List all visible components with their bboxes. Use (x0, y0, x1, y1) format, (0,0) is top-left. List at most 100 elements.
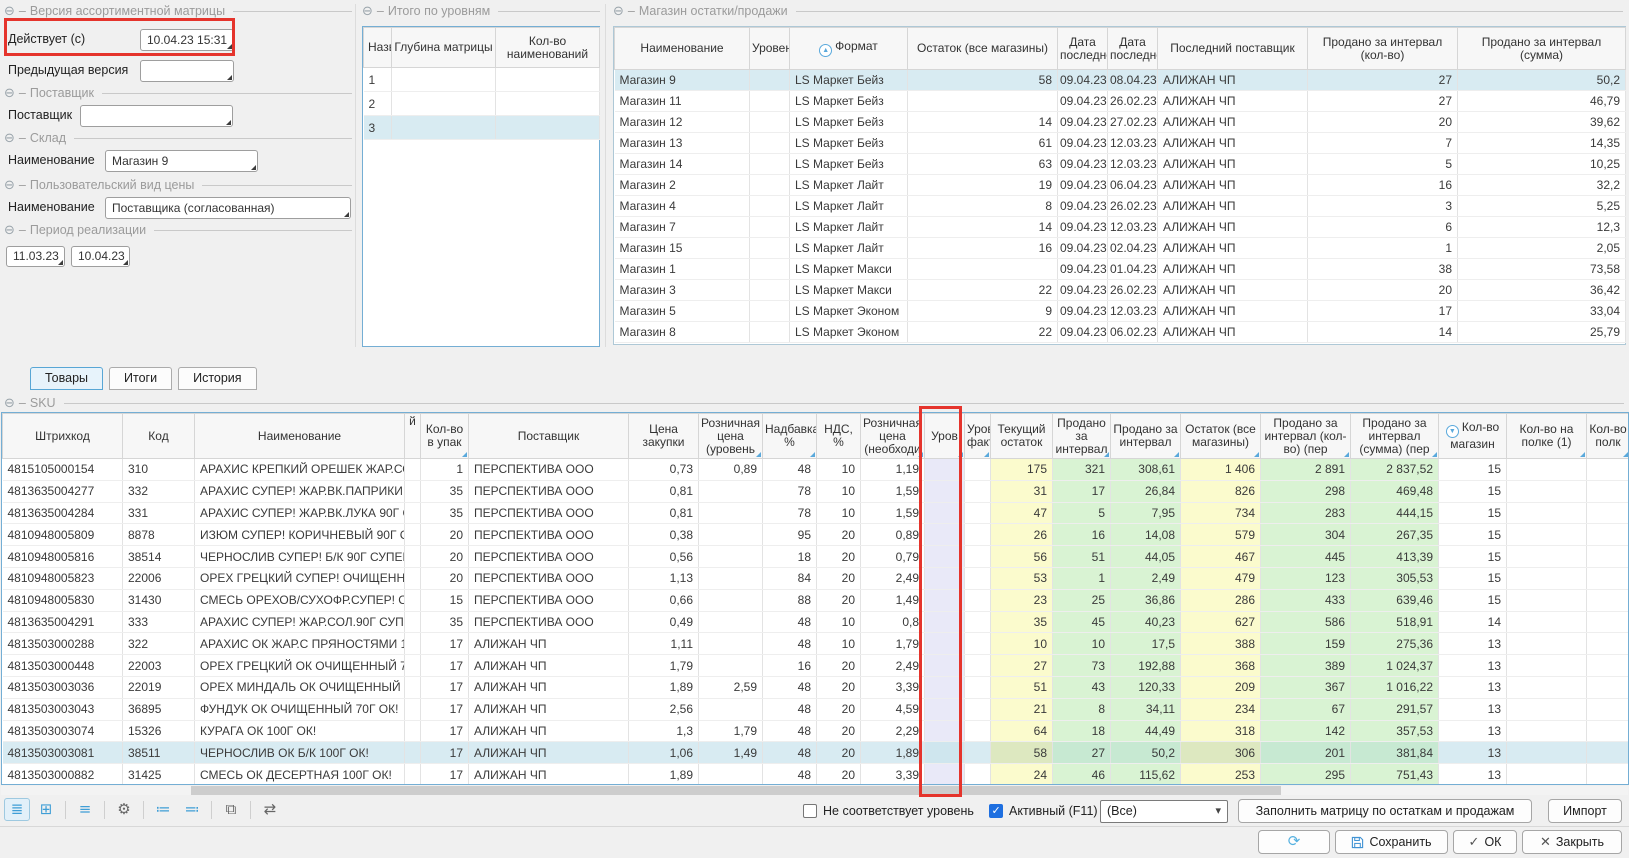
fill-matrix-button[interactable]: Заполнить матрицу по остаткам и продажам (1238, 799, 1532, 823)
export-icon[interactable]: ⧉ (218, 798, 244, 821)
store-row[interactable]: Магазин 2 LS Маркет Лайт 19 09.04.23 06.… (615, 175, 1626, 196)
sku-row[interactable]: 4813503000288 322 АРАХИС ОК ЖАР.С ПРЯНОС… (3, 633, 1629, 655)
sku-col-supplier[interactable]: Поставщик (469, 414, 629, 459)
store-row[interactable]: Магазин 12 LS Маркет Бейз 14 09.04.23 27… (615, 112, 1626, 133)
scrollbar-thumb[interactable] (191, 786, 1281, 795)
sku-row[interactable]: 4813635004291 333 АРАХИС СУПЕР! ЖАР.СОЛ.… (3, 611, 1629, 633)
collapse-icon[interactable]: ⊖ (613, 5, 624, 17)
collapse-icon[interactable]: ⊖ (4, 179, 15, 191)
numbered-list-icon[interactable]: ≔ (150, 798, 176, 821)
sku-row[interactable]: 4815105000154 310 АРАХИС КРЕПКИЙ ОРЕШЕК … (3, 459, 1629, 481)
sku-col-interval-sum[interactable]: Продано за интервал (сумма) (пер (1351, 414, 1439, 459)
store-row[interactable]: Магазин 5 LS Маркет Эконом 9 09.04.23 12… (615, 301, 1626, 322)
levels-col-name[interactable]: Назв (364, 28, 392, 68)
period-from-input[interactable]: 11.03.23 (6, 246, 65, 267)
sku-row[interactable]: 4813503003043 36895 ФУНДУК ОК ОЧИЩЕННЫЙ … (3, 698, 1629, 720)
stores-col-last-date-1[interactable]: Дата последне (1058, 28, 1108, 70)
sku-col-retail-price-needed[interactable]: Розничная цена (необходи (861, 414, 925, 459)
add-list-icon[interactable]: ≕ (179, 798, 205, 821)
levels-row[interactable]: 1 (364, 68, 600, 92)
sku-col-retail-price-level[interactable]: Розничная цена (уровень (699, 414, 763, 459)
sku-row[interactable]: 4813503003074 15326 КУРАГА ОК 100Г ОК! 1… (3, 720, 1629, 742)
levels-row[interactable]: 3 (364, 116, 600, 140)
list-view-icon[interactable]: ≣ (4, 798, 30, 821)
sku-row[interactable]: 4813503000882 31425 СМЕСЬ ОК ДЕСЕРТНАЯ 1… (3, 764, 1629, 785)
store-row[interactable]: Магазин 9 LS Маркет Бейз 58 09.04.23 08.… (615, 70, 1626, 91)
levels-col-depth[interactable]: Глубина матрицы (392, 28, 496, 68)
grid-view-icon[interactable]: ⊞ (33, 798, 59, 821)
sku-col-level-fact[interactable]: Уров факт (965, 414, 991, 459)
store-row[interactable]: Магазин 3 LS Маркет Макси 22 09.04.23 26… (615, 280, 1626, 301)
sku-col-interval-qty[interactable]: Продано за интервал (кол-во) (пер (1261, 414, 1351, 459)
sku-col-shelf-qty-2[interactable]: Кол-во полк (1587, 414, 1629, 459)
import-button[interactable]: Импорт (1548, 799, 1622, 823)
sku-row[interactable]: 4810948005816 38514 ЧЕРНОСЛИВ СУПЕР! Б/К… (3, 546, 1629, 568)
tab-totals[interactable]: Итоги (109, 367, 172, 390)
sku-col-purchase-price[interactable]: Цена закупки (629, 414, 699, 459)
store-row[interactable]: Магазин 11 LS Маркет Бейз 09.04.23 26.02… (615, 91, 1626, 112)
sku-row[interactable]: 4813635004277 332 АРАХИС СУПЕР! ЖАР.ВК.П… (3, 480, 1629, 502)
sync-icon[interactable]: ⇄ (257, 798, 283, 821)
save-button[interactable]: Сохранить (1335, 830, 1448, 854)
sku-col-level[interactable]: Уров (925, 414, 965, 459)
sku-col-markup[interactable]: Надбавка, % (763, 414, 817, 459)
sku-col-barcode[interactable]: Штрихкод (3, 414, 123, 459)
horizontal-scrollbar[interactable] (1, 786, 1628, 795)
stores-col-name[interactable]: Наименование (615, 28, 750, 70)
sku-col-pack-qty[interactable]: Кол-во в упак (421, 414, 469, 459)
collapse-icon[interactable]: ⊖ (362, 5, 373, 17)
settings-gear-icon[interactable]: ⚙ (111, 798, 137, 821)
store-row[interactable]: Магазин 4 LS Маркет Лайт 8 09.04.23 26.0… (615, 196, 1626, 217)
valid-from-input[interactable]: 10.04.23 15:31 (140, 29, 234, 51)
tab-history[interactable]: История (178, 367, 256, 390)
stores-col-stock-all[interactable]: Остаток (все магазины) (908, 28, 1058, 70)
warehouse-name-input[interactable]: Магазин 9 (105, 150, 258, 172)
sku-row[interactable]: 4813503000448 22003 ОРЕХ ГРЕЦКИЙ ОК ОЧИЩ… (3, 655, 1629, 677)
store-row[interactable]: Магазин 15 LS Маркет Лайт 16 09.04.23 02… (615, 238, 1626, 259)
collapse-icon[interactable]: ⊖ (4, 5, 15, 17)
stores-col-sold-qty[interactable]: Продано за интервал (кол-во) (1308, 28, 1458, 70)
store-row[interactable]: Магазин 7 LS Маркет Лайт 14 09.04.23 12.… (615, 217, 1626, 238)
collapse-icon[interactable]: ⊖ (4, 397, 15, 409)
filter-icon[interactable]: ≡ (72, 798, 98, 821)
sku-row[interactable]: 4813503003036 22019 ОРЕХ МИНДАЛЬ ОК ОЧИЩ… (3, 676, 1629, 698)
refresh-button[interactable]: ⟳ (1258, 830, 1330, 854)
sku-col-stock-all[interactable]: Остаток (все магазины) (1181, 414, 1261, 459)
mismatch-level-checkbox[interactable] (803, 804, 817, 818)
stores-col-format[interactable]: ▲Формат (790, 28, 908, 70)
close-button[interactable]: ✕ Закрыть (1522, 830, 1622, 854)
sku-col-current-stock[interactable]: Текущий остаток (991, 414, 1053, 459)
sku-col-code[interactable]: Код (123, 414, 195, 459)
sku-row[interactable]: 4813635004284 331 АРАХИС СУПЕР! ЖАР.ВК.Л… (3, 502, 1629, 524)
prev-version-input[interactable] (140, 60, 234, 82)
price-view-name-input[interactable]: Поставщика (согласованная) (105, 197, 351, 219)
levels-row[interactable]: 2 (364, 92, 600, 116)
sku-col-name[interactable]: Наименование (195, 414, 405, 459)
stores-col-level[interactable]: Уровен (750, 28, 790, 70)
levels-col-count[interactable]: Кол-во наименований (496, 28, 600, 68)
active-checkbox[interactable] (989, 804, 1003, 818)
sku-row[interactable]: 4810948005809 8878 ИЗЮМ СУПЕР! КОРИЧНЕВЫ… (3, 524, 1629, 546)
sku-col-shelf-qty-1[interactable]: Кол-во на полке (1) (1507, 414, 1587, 459)
store-row[interactable]: Магазин 1 LS Маркет Макси 09.04.23 01.04… (615, 259, 1626, 280)
collapse-icon[interactable]: ⊖ (4, 224, 15, 236)
supplier-input[interactable] (80, 105, 233, 127)
store-row[interactable]: Магазин 8 LS Маркет Эконом 22 09.04.23 0… (615, 322, 1626, 343)
sku-row[interactable]: 4810948005823 22006 ОРЕХ ГРЕЦКИЙ СУПЕР! … (3, 567, 1629, 589)
sku-col-sold-qty[interactable]: Продано за интервал (1053, 414, 1111, 459)
sku-col-sold-sum[interactable]: Продано за интервал (1111, 414, 1181, 459)
store-row[interactable]: Магазин 13 LS Маркет Бейз 61 09.04.23 12… (615, 133, 1626, 154)
ok-button[interactable]: ✓ ОК (1453, 830, 1517, 854)
store-row[interactable]: Магазин 14 LS Маркет Бейз 63 09.04.23 12… (615, 154, 1626, 175)
sku-col-vat[interactable]: НДС, % (817, 414, 861, 459)
stores-col-last-supplier[interactable]: Последний поставщик (1158, 28, 1308, 70)
stores-col-last-date-2[interactable]: Дата последне (1108, 28, 1158, 70)
tab-goods[interactable]: Товары (30, 367, 103, 390)
level-filter-select[interactable]: (Все) ▾ (1100, 800, 1228, 823)
sku-row[interactable]: 4810948005830 31430 СМЕСЬ ОРЕХОВ/СУХОФР.… (3, 589, 1629, 611)
sku-col-unit[interactable]: й (405, 414, 421, 459)
collapse-icon[interactable]: ⊖ (4, 87, 15, 99)
sku-row[interactable]: 4813503003081 38511 ЧЕРНОСЛИВ ОК Б/К 100… (3, 742, 1629, 764)
sku-col-store-count[interactable]: ▼Кол-во магазин (1439, 414, 1507, 459)
stores-col-sold-sum[interactable]: Продано за интервал (сумма) (1458, 28, 1626, 70)
